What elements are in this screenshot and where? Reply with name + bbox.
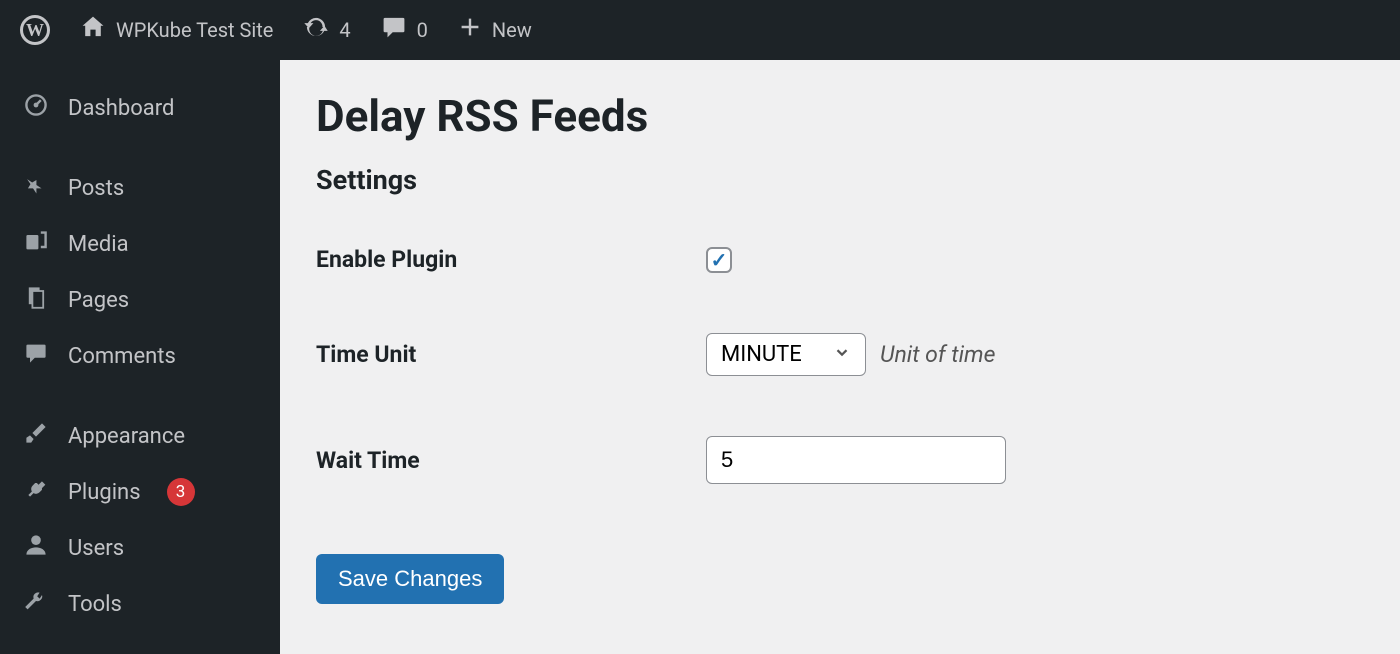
check-icon: ✓ bbox=[711, 248, 728, 272]
admin-bar: W WPKube Test Site 4 0 New bbox=[0, 0, 1400, 60]
plugins-update-badge: 3 bbox=[167, 478, 195, 506]
sidebar-item-label: Tools bbox=[68, 592, 122, 617]
sidebar-item-comments[interactable]: Comments bbox=[0, 328, 280, 384]
sidebar-item-media[interactable]: Media bbox=[0, 216, 280, 272]
updates-count: 4 bbox=[339, 18, 350, 42]
plug-icon bbox=[22, 477, 50, 507]
content-area: Delay RSS Feeds Settings Enable Plugin ✓… bbox=[280, 60, 1400, 654]
new-content-link[interactable]: New bbox=[448, 15, 542, 45]
home-icon bbox=[80, 14, 106, 46]
wait-time-label: Wait Time bbox=[316, 447, 706, 474]
user-icon bbox=[22, 533, 50, 563]
comment-icon bbox=[22, 341, 50, 371]
sidebar-item-posts[interactable]: Posts bbox=[0, 160, 280, 216]
main-layout: Dashboard Posts Media Pages Comments bbox=[0, 60, 1400, 654]
enable-plugin-checkbox[interactable]: ✓ bbox=[706, 247, 732, 273]
time-unit-select[interactable]: MINUTE bbox=[706, 333, 866, 376]
updates-link[interactable]: 4 bbox=[293, 14, 360, 46]
sidebar-item-pages[interactable]: Pages bbox=[0, 272, 280, 328]
pin-icon bbox=[15, 167, 56, 208]
wrench-icon bbox=[22, 589, 50, 619]
media-icon bbox=[22, 229, 50, 259]
comment-icon bbox=[381, 14, 407, 46]
sidebar-item-label: Pages bbox=[68, 288, 129, 313]
dashboard-icon bbox=[22, 93, 50, 123]
site-name: WPKube Test Site bbox=[116, 18, 273, 42]
chevron-down-icon bbox=[833, 343, 851, 366]
sidebar-item-label: Users bbox=[68, 536, 124, 561]
wp-logo[interactable]: W bbox=[10, 15, 60, 45]
admin-sidebar: Dashboard Posts Media Pages Comments bbox=[0, 60, 280, 654]
wait-time-input[interactable] bbox=[706, 436, 1006, 484]
sidebar-item-label: Media bbox=[68, 232, 129, 257]
sidebar-item-label: Dashboard bbox=[68, 96, 174, 121]
sidebar-item-plugins[interactable]: Plugins 3 bbox=[0, 464, 280, 520]
plus-icon bbox=[458, 15, 482, 45]
new-label: New bbox=[492, 18, 532, 42]
enable-plugin-label: Enable Plugin bbox=[316, 246, 706, 273]
wait-time-row: Wait Time bbox=[316, 436, 1364, 484]
wordpress-icon: W bbox=[20, 15, 50, 45]
page-title: Delay RSS Feeds bbox=[316, 90, 1364, 142]
time-unit-hint: Unit of time bbox=[880, 341, 995, 368]
sidebar-item-tools[interactable]: Tools bbox=[0, 576, 280, 632]
page-subtitle: Settings bbox=[316, 164, 1364, 196]
time-unit-row: Time Unit MINUTE Unit of time bbox=[316, 333, 1364, 376]
sidebar-item-label: Comments bbox=[68, 344, 176, 369]
time-unit-value: MINUTE bbox=[721, 342, 802, 367]
sidebar-item-users[interactable]: Users bbox=[0, 520, 280, 576]
sidebar-item-label: Posts bbox=[68, 176, 124, 201]
brush-icon bbox=[22, 421, 50, 451]
comments-count: 0 bbox=[417, 18, 428, 42]
time-unit-label: Time Unit bbox=[316, 341, 706, 368]
sidebar-item-label: Appearance bbox=[68, 424, 185, 449]
sidebar-item-dashboard[interactable]: Dashboard bbox=[0, 80, 280, 136]
pages-icon bbox=[22, 285, 50, 315]
sidebar-item-appearance[interactable]: Appearance bbox=[0, 408, 280, 464]
comments-link[interactable]: 0 bbox=[371, 14, 438, 46]
sidebar-item-label: Plugins bbox=[68, 480, 141, 505]
enable-plugin-row: Enable Plugin ✓ bbox=[316, 246, 1364, 273]
site-home-link[interactable]: WPKube Test Site bbox=[70, 14, 283, 46]
refresh-icon bbox=[303, 14, 329, 46]
save-changes-button[interactable]: Save Changes bbox=[316, 554, 504, 604]
